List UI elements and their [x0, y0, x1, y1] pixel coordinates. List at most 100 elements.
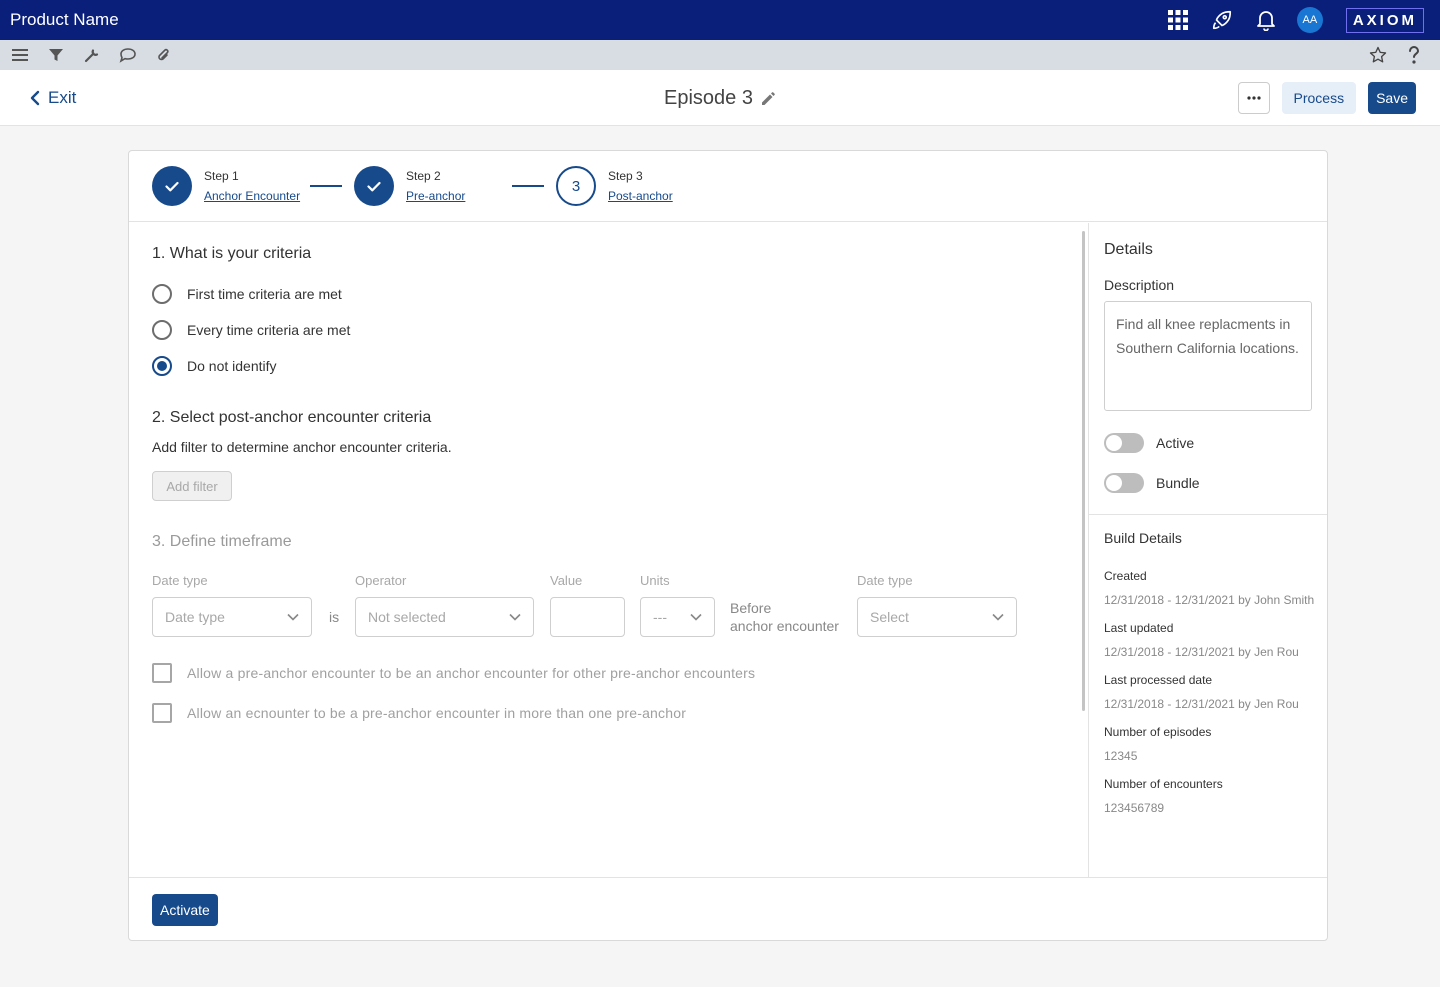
process-button[interactable]: Process	[1281, 82, 1357, 114]
build-details-title: Build Details	[1104, 530, 1182, 546]
exit-button[interactable]: Exit	[30, 70, 76, 126]
rocket-icon[interactable]	[1200, 0, 1244, 40]
checkbox-label: Allow a pre-anchor encounter to be an an…	[187, 665, 756, 681]
save-button[interactable]: Save	[1368, 82, 1416, 114]
date-type-value: Date type	[165, 609, 225, 625]
radio-every-time[interactable]: Every time criteria are met	[152, 320, 350, 340]
active-label: Active	[1156, 435, 1195, 451]
operator-value: Not selected	[368, 609, 446, 625]
details-title: Details	[1104, 241, 1153, 258]
avatar[interactable]: AA	[1296, 7, 1323, 33]
chevron-down-icon	[690, 613, 702, 621]
before-anchor-label: Before anchor encounter	[730, 599, 839, 635]
top-bar: Product Name AA AXIOM	[0, 0, 1440, 40]
activate-button[interactable]: Activate	[152, 894, 218, 926]
created-value: 12/31/2018 - 12/31/2021 by John Smith	[1104, 593, 1315, 607]
product-name: Product Name	[10, 10, 119, 29]
radio-label: Every time criteria are met	[187, 322, 351, 338]
menu-icon[interactable]	[2, 40, 38, 70]
card-footer: Activate	[129, 877, 1327, 940]
radio-button[interactable]	[152, 320, 172, 340]
more-options-button[interactable]	[1237, 82, 1270, 114]
step-3-number: Step 3	[608, 169, 643, 183]
before-line-1: Before	[730, 600, 772, 616]
date-type-2-label: Date type	[857, 573, 913, 588]
check-icon	[367, 181, 381, 191]
operator-select[interactable]: Not selected	[355, 597, 534, 637]
episodes-value: 12345	[1104, 749, 1138, 763]
created-label: Created	[1104, 569, 1147, 583]
scrollbar[interactable]	[1082, 231, 1085, 711]
toolbar-right	[1358, 40, 1432, 70]
details-divider	[1089, 514, 1327, 515]
allow-anchor-checkbox-row[interactable]: Allow a pre-anchor encounter to be an an…	[152, 663, 755, 683]
checkbox[interactable]	[152, 663, 172, 683]
last-processed-value: 12/31/2018 - 12/31/2021 by Jen Rou	[1104, 697, 1299, 711]
date-type-2-value: Select	[870, 609, 909, 625]
bundle-toggle[interactable]	[1104, 473, 1144, 493]
active-toggle-row[interactable]: Active	[1104, 433, 1194, 453]
checkbox[interactable]	[152, 703, 172, 723]
step-3[interactable]: 3 Step 3 Post-anchor	[556, 166, 673, 206]
units-select[interactable]: ---	[640, 597, 715, 637]
last-updated-value: 12/31/2018 - 12/31/2021 by Jen Rou	[1104, 645, 1299, 659]
user-avatar-wrap[interactable]: AA	[1288, 0, 1332, 40]
help-icon[interactable]	[1396, 40, 1432, 70]
step-2[interactable]: Step 2 Pre-anchor	[354, 166, 465, 206]
header-actions: Process Save	[1237, 82, 1416, 114]
step-2-link[interactable]: Pre-anchor	[406, 189, 465, 203]
step-3-link[interactable]: Post-anchor	[608, 189, 673, 203]
last-updated-label: Last updated	[1104, 621, 1174, 635]
details-panel: Details Description Find all knee replac…	[1089, 223, 1327, 877]
chevron-down-icon	[992, 613, 1004, 621]
value-input[interactable]	[550, 597, 625, 637]
radio-button[interactable]	[152, 284, 172, 304]
pencil-icon[interactable]	[761, 91, 776, 106]
post-anchor-title: 2. Select post-anchor encounter criteria	[152, 409, 432, 426]
criteria-title: 1. What is your criteria	[152, 245, 312, 262]
post-anchor-help: Add filter to determine anchor encounter…	[152, 439, 452, 455]
wrench-icon[interactable]	[74, 40, 110, 70]
units-value: ---	[653, 609, 667, 625]
check-icon	[165, 181, 179, 191]
step-1-indicator	[152, 166, 192, 206]
active-toggle[interactable]	[1104, 433, 1144, 453]
radio-button-checked[interactable]	[152, 356, 172, 376]
step-2-indicator	[354, 166, 394, 206]
last-processed-label: Last processed date	[1104, 673, 1213, 687]
paperclip-icon[interactable]	[146, 40, 182, 70]
units-label: Units	[640, 573, 670, 588]
page-header: Exit Episode 3 Process Save	[0, 70, 1440, 126]
apps-grid-icon[interactable]	[1156, 0, 1200, 40]
page-title: Episode 3	[664, 86, 753, 109]
date-type-label: Date type	[152, 573, 208, 588]
title-wrap: Episode 3	[0, 70, 1440, 126]
add-filter-button[interactable]: Add filter	[152, 471, 232, 501]
value-label: Value	[550, 573, 583, 588]
radio-first-time[interactable]: First time criteria are met	[152, 284, 342, 304]
step-1[interactable]: Step 1 Anchor Encounter	[152, 166, 300, 206]
allow-multiple-checkbox-row[interactable]: Allow an ecnounter to be a pre-anchor en…	[152, 703, 686, 723]
step-1-link[interactable]: Anchor Encounter	[204, 189, 300, 203]
bundle-label: Bundle	[1156, 475, 1200, 491]
radio-label: First time criteria are met	[187, 286, 342, 302]
step-connector	[310, 185, 342, 187]
episodes-label: Number of episodes	[1104, 725, 1212, 739]
radio-label: Do not identify	[187, 358, 277, 374]
description-textarea[interactable]: Find all knee replacments in Southern Ca…	[1104, 301, 1312, 411]
bell-icon[interactable]	[1244, 0, 1288, 40]
timeframe-title: 3. Define timeframe	[152, 533, 292, 550]
step-3-indicator: 3	[556, 166, 596, 206]
date-type-select[interactable]: Date type	[152, 597, 312, 637]
radio-do-not-identify[interactable]: Do not identify	[152, 356, 277, 376]
bundle-toggle-row[interactable]: Bundle	[1104, 473, 1200, 493]
filter-icon[interactable]	[38, 40, 74, 70]
step-connector	[512, 185, 544, 187]
step-2-number: Step 2	[406, 169, 441, 183]
step-1-number: Step 1	[204, 169, 239, 183]
date-type-2-select[interactable]: Select	[857, 597, 1017, 637]
toolbar	[0, 40, 1440, 70]
comment-icon[interactable]	[110, 40, 146, 70]
star-icon[interactable]	[1360, 40, 1396, 70]
main-form: 1. What is your criteria First time crit…	[129, 223, 1088, 877]
